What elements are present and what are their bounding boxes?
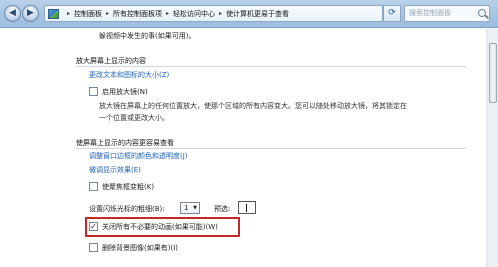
- breadcrumb-separator[interactable]: ▸: [67, 10, 70, 17]
- breadcrumb-separator[interactable]: ▸: [106, 10, 109, 17]
- window-border-color-link[interactable]: 调整窗口边框的颜色和透明度(J): [89, 151, 188, 161]
- section-divider: [76, 66, 466, 67]
- top-description: 躲视频中发生的事(如果可用)。: [99, 32, 196, 40]
- breadcrumb-control-panel[interactable]: 控制面板: [74, 9, 102, 19]
- preview-label: 预选:: [214, 205, 231, 213]
- cursor-width-select[interactable]: 1 ▼: [180, 202, 200, 214]
- breadcrumb-ease-of-access[interactable]: 轻松访问中心: [173, 9, 215, 19]
- breadcrumb-separator[interactable]: ▸: [219, 10, 222, 17]
- magnify-section-heading: 放大屏幕上显示的内容: [76, 57, 146, 65]
- dropdown-arrow-icon: ▼: [193, 205, 197, 211]
- magnifier-description-line1: 放大镜在屏幕上的任何位置放大，使那个区域的所有内容变大。您可以随处移动放大镜，将…: [99, 102, 407, 110]
- magnifier-checkbox-label[interactable]: 启用放大镜(N): [102, 87, 148, 97]
- cursor-width-value: 1: [184, 204, 189, 212]
- control-panel-icon: [48, 8, 59, 19]
- thick-focus-checkbox[interactable]: [89, 182, 98, 191]
- breadcrumb-separator[interactable]: ▸: [166, 10, 169, 17]
- address-toolbar: ◀ ▶ ▸ 控制面板 ▸ 所有控制面板项 ▸ 轻松访问中心 ▸ 使计算机更易于查…: [0, 0, 498, 28]
- forward-button[interactable]: ▶: [22, 5, 39, 22]
- search-placeholder: 搜索控制面板: [409, 9, 451, 17]
- breadcrumb-all-items[interactable]: 所有控制面板项: [113, 9, 162, 19]
- remove-background-label[interactable]: 删除背景图像(如果有)(I): [102, 243, 178, 253]
- cursor-width-label: 设置闪烁光标的粗细(B):: [89, 205, 165, 213]
- remove-background-checkbox[interactable]: [89, 243, 98, 252]
- address-bar[interactable]: ▸ 控制面板 ▸ 所有控制面板项 ▸ 轻松访问中心 ▸ 使计算机更易于查看 ▼: [44, 5, 383, 22]
- highlight-annotation-box: [85, 217, 240, 237]
- breadcrumb-current-page[interactable]: 使计算机更易于查看: [226, 9, 289, 19]
- easier-section-heading: 使屏幕上显示的内容更容易查看: [76, 139, 174, 147]
- scrollbar-thumb[interactable]: [489, 43, 497, 103]
- search-icon[interactable]: [478, 9, 486, 17]
- cursor-preview-caret: [246, 204, 247, 212]
- back-button[interactable]: ◀: [4, 5, 21, 22]
- magnifier-description-line2: 一个位置或更改大小。: [99, 114, 169, 122]
- thick-focus-label[interactable]: 使聚焦框变粗(K): [102, 182, 154, 192]
- fine-tune-display-link[interactable]: 微调显示效果(E): [89, 165, 141, 175]
- refresh-button[interactable]: ⟳: [383, 5, 401, 22]
- section-divider: [76, 148, 466, 149]
- vertical-scrollbar[interactable]: [486, 29, 498, 267]
- text-size-link[interactable]: 更改文本和图标的大小(Z): [89, 70, 169, 80]
- cursor-preview-box: [238, 201, 256, 214]
- magnifier-checkbox[interactable]: [89, 87, 98, 96]
- search-input[interactable]: 搜索控制面板: [404, 5, 490, 22]
